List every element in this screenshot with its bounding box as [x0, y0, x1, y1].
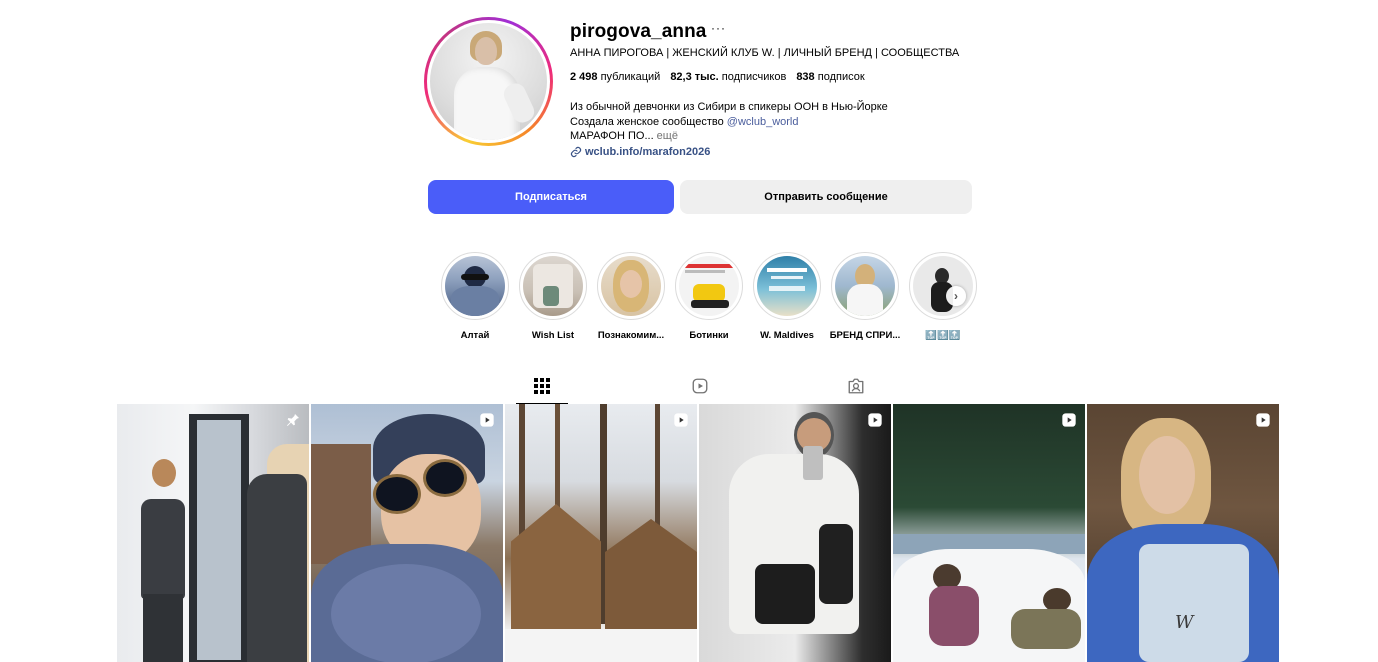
highlight-label: БРЕНД СПРИ... [829, 330, 901, 341]
reel-icon [1062, 413, 1076, 427]
tab-tagged[interactable] [830, 368, 882, 404]
post-tile[interactable] [699, 404, 891, 662]
highlight-item[interactable]: Алтай [436, 252, 514, 341]
bio-line: Из обычной девчонки из Сибири в спикеры … [570, 101, 888, 113]
highlight-label: 🔝🔝🔝 [925, 330, 961, 341]
highlights-next-arrow-icon[interactable]: › [946, 286, 966, 306]
reel-icon [480, 413, 494, 427]
highlight-item[interactable]: БРЕНД СПРИ... [826, 252, 904, 341]
highlight-item[interactable]: W. Maldives [748, 252, 826, 341]
highlight-item[interactable]: Ботинки [670, 252, 748, 341]
profile-stats: 2 498 публикаций 82,3 тыс. подписчиков 8… [570, 71, 865, 83]
pin-icon [287, 414, 299, 426]
grid-icon [534, 377, 550, 394]
profile-avatar[interactable] [424, 17, 553, 146]
reels-icon [692, 378, 708, 394]
highlight-boots-image [679, 256, 739, 316]
post-tile[interactable] [505, 404, 697, 662]
posts-grid: W [117, 404, 1279, 662]
bio-mention-link[interactable]: @wclub_world [727, 116, 799, 128]
story-highlights: Алтай Wish List Познакомим... Ботинки W.… [436, 252, 982, 341]
highlight-label: Wish List [531, 330, 575, 341]
reel-icon [1256, 413, 1270, 427]
highlight-label: Познакомим... [597, 330, 665, 341]
profile-external-link[interactable]: wclub.info/marafon2026 [570, 146, 710, 158]
highlight-altai-image [445, 256, 505, 316]
highlight-label: Ботинки [689, 330, 729, 341]
bio-line: Создала женское сообщество @wclub_world [570, 115, 799, 128]
highlight-item[interactable]: Wish List [514, 252, 592, 341]
link-icon [570, 146, 582, 158]
bio-more-link[interactable]: ещё [654, 130, 678, 142]
tagged-icon [848, 378, 864, 394]
highlight-top-image [913, 256, 973, 316]
post-tile[interactable] [893, 404, 1085, 662]
follow-button[interactable]: Подписаться [428, 180, 674, 214]
profile-tabs [0, 368, 1378, 404]
profile-username: pirogova_anna [570, 21, 707, 42]
reel-icon [868, 413, 882, 427]
avatar-image [430, 23, 547, 140]
post-tile[interactable] [311, 404, 503, 662]
highlight-wishlist-image [523, 256, 583, 316]
highlight-maldives-image [757, 256, 817, 316]
highlight-item[interactable]: Познакомим... [592, 252, 670, 341]
tab-posts[interactable] [516, 368, 568, 404]
highlight-meet-image [601, 256, 661, 316]
post-tile[interactable] [117, 404, 309, 662]
highlight-item[interactable]: 🔝🔝🔝 [904, 252, 982, 341]
post-tile[interactable]: W [1087, 404, 1279, 662]
more-options-icon[interactable]: ··· [711, 21, 726, 35]
posts-count: 2 498 публикаций [570, 71, 661, 83]
highlight-label: Алтай [460, 330, 490, 341]
highlight-label: W. Maldives [760, 330, 814, 341]
message-button[interactable]: Отправить сообщение [680, 180, 972, 214]
bio-line: МАРАФОН ПО... ещё [570, 130, 678, 142]
highlight-brand-image [835, 256, 895, 316]
reel-icon [674, 413, 688, 427]
profile-bio: Из обычной девчонки из Сибири в спикеры … [570, 100, 888, 144]
followers-count[interactable]: 82,3 тыс. подписчиков [670, 71, 786, 83]
following-count[interactable]: 838 подписок [796, 71, 864, 83]
profile-full-name: АННА ПИРОГОВА | ЖЕНСКИЙ КЛУБ W. | ЛИЧНЫЙ… [570, 47, 960, 59]
tab-reels[interactable] [674, 368, 726, 404]
